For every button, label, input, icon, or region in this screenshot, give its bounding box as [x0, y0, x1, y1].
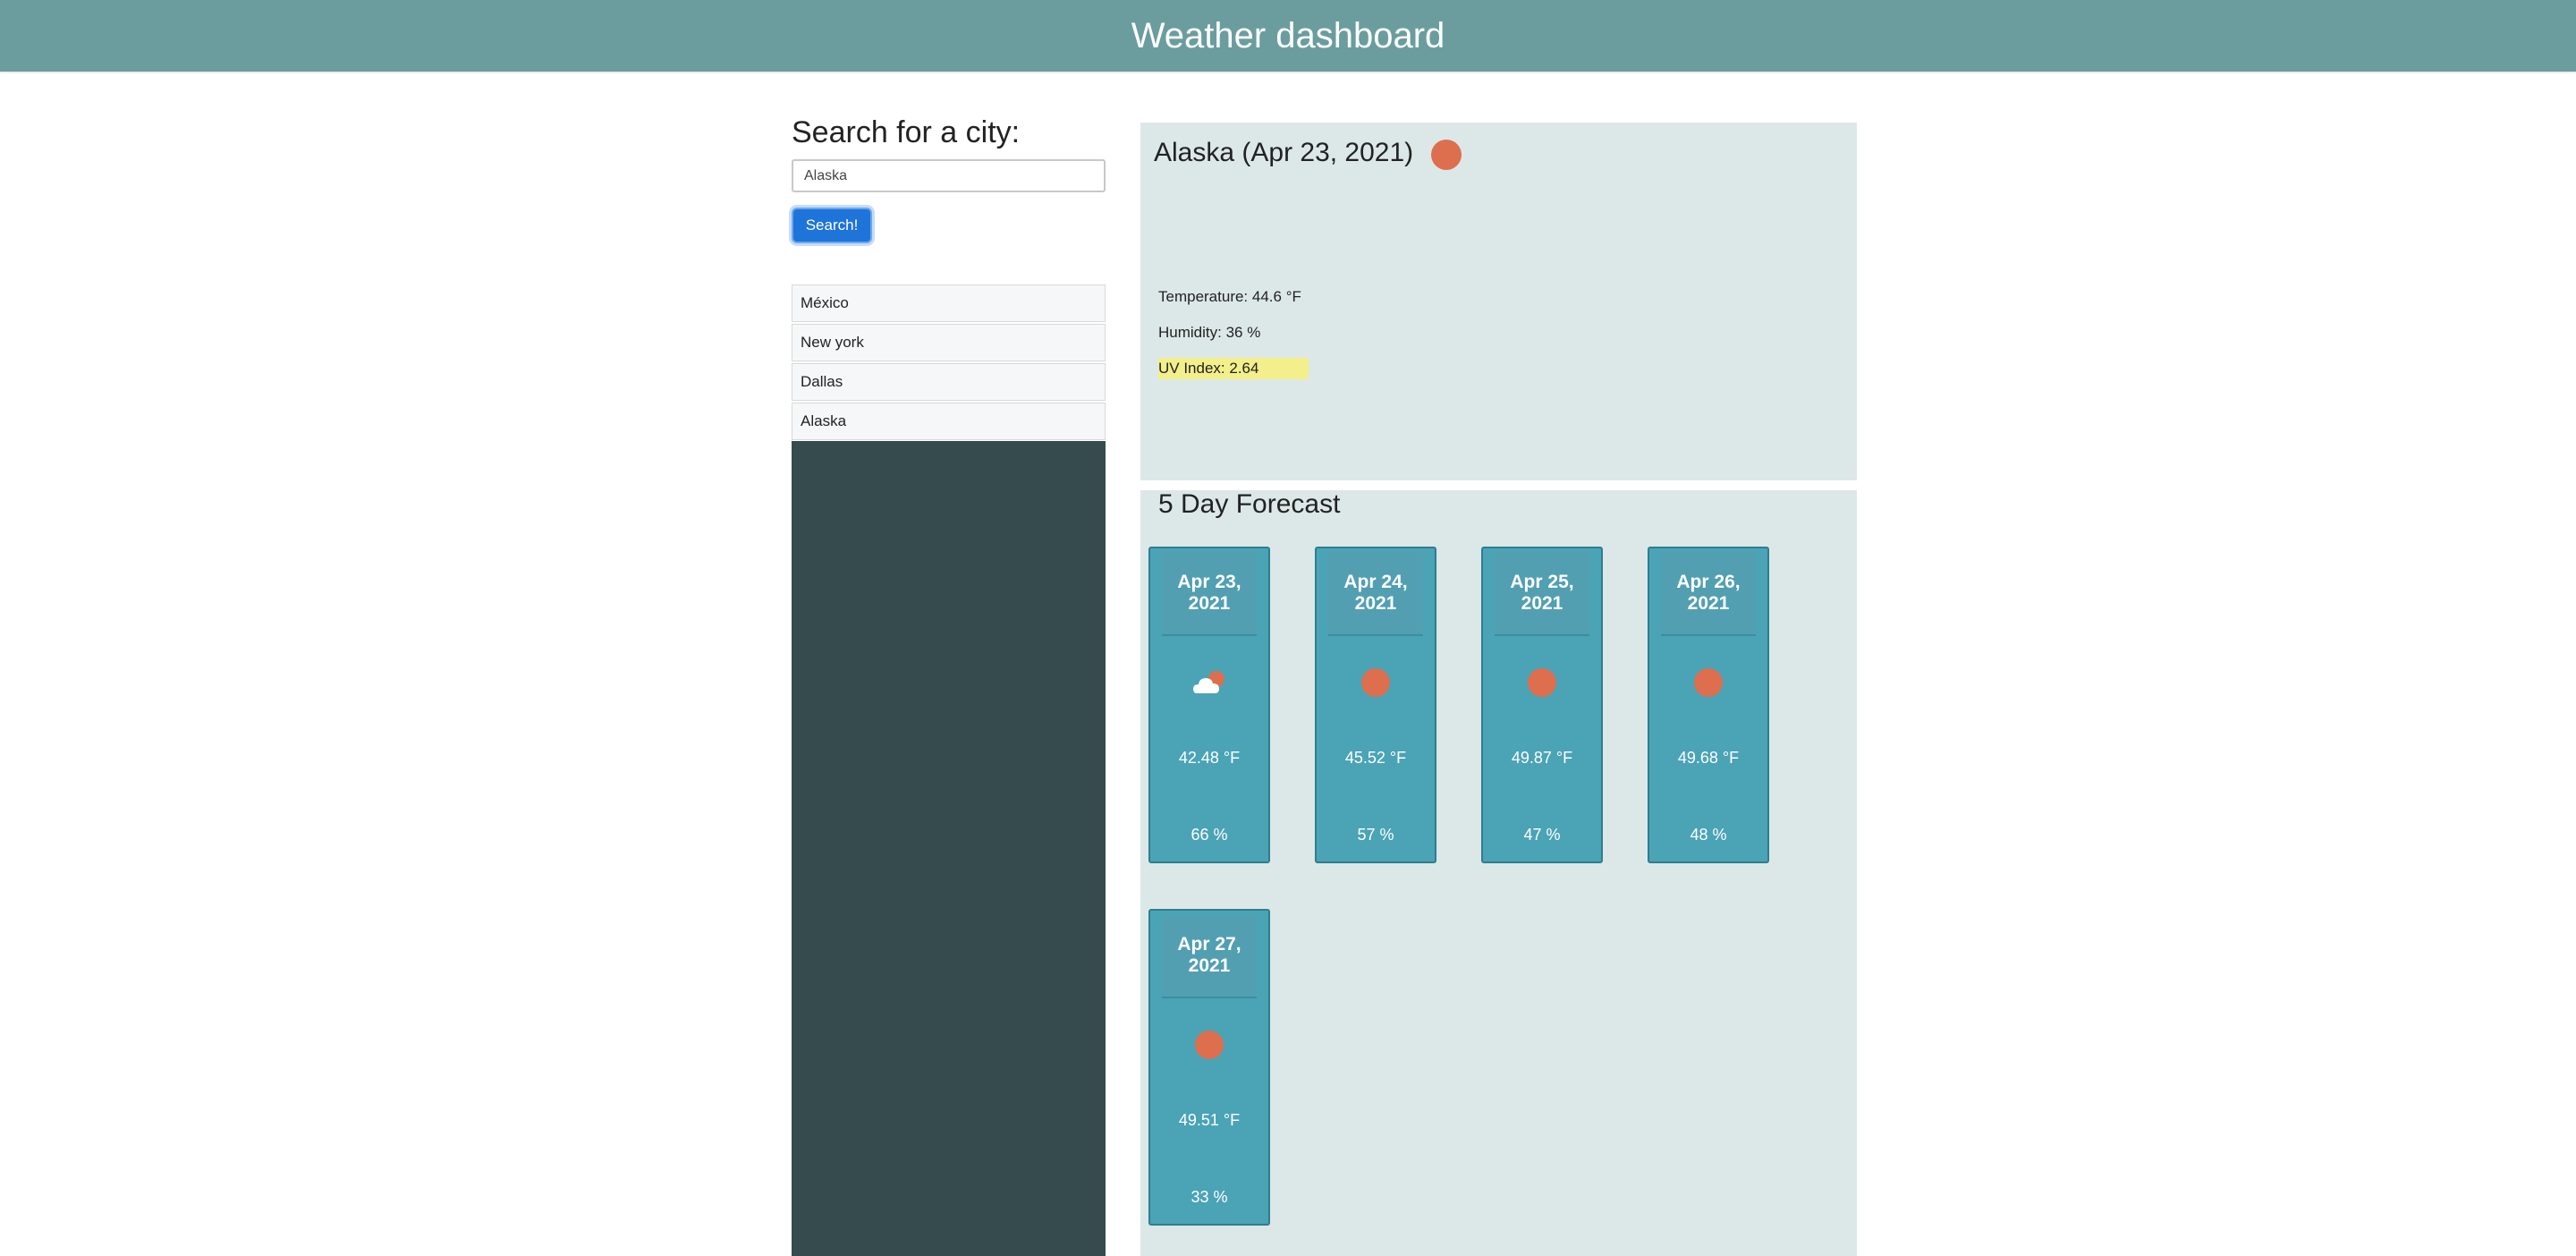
- forecast-panel: 5 Day Forecast Apr 23, 2021 42.48 °F 66 …: [1140, 490, 1857, 1256]
- search-input[interactable]: [792, 159, 1106, 192]
- forecast-card: Apr 27, 2021 49.51 °F 33 %: [1148, 909, 1270, 1226]
- forecast-date: Apr 26, 2021: [1661, 552, 1756, 636]
- sun-icon: [1431, 140, 1462, 170]
- sun-icon: [1195, 1031, 1224, 1059]
- sun-icon: [1528, 668, 1556, 697]
- forecast-temperature: 49.87 °F: [1511, 749, 1573, 767]
- search-panel: Search for a city: Search!: [792, 107, 1106, 243]
- sun-icon: [1694, 668, 1723, 697]
- forecast-card: Apr 26, 2021 49.68 °F 48 %: [1648, 547, 1769, 863]
- search-button[interactable]: Search!: [792, 208, 872, 243]
- forecast-title: 5 Day Forecast: [1158, 489, 1341, 519]
- current-uv-index: UV Index: 2.64: [1158, 358, 1309, 379]
- forecast-date: Apr 24, 2021: [1328, 552, 1423, 636]
- forecast-card: Apr 25, 2021 49.87 °F 47 %: [1481, 547, 1603, 863]
- current-temperature: Temperature: 44.6 °F: [1158, 288, 1301, 305]
- forecast-card: Apr 23, 2021 42.48 °F 66 %: [1148, 547, 1270, 863]
- sidebar-background: [792, 441, 1106, 1256]
- forecast-temperature: 49.51 °F: [1178, 1111, 1241, 1129]
- page-title: Weather dashboard: [1131, 15, 1445, 55]
- forecast-date: Apr 27, 2021: [1162, 914, 1257, 998]
- forecast-temperature: 42.48 °F: [1178, 749, 1241, 767]
- history-item-dallas[interactable]: Dallas: [792, 363, 1106, 401]
- forecast-card: Apr 24, 2021 45.52 °F 57 %: [1315, 547, 1436, 863]
- forecast-temperature: 45.52 °F: [1344, 749, 1407, 767]
- app-header: Weather dashboard: [0, 0, 2576, 72]
- sun-icon: [1361, 668, 1390, 697]
- forecast-humidity: 48 %: [1690, 826, 1727, 844]
- current-humidity: Humidity: 36 %: [1158, 324, 1261, 341]
- forecast-humidity: 47 %: [1523, 826, 1561, 844]
- history-item-new-york[interactable]: New york: [792, 324, 1106, 361]
- forecast-date: Apr 25, 2021: [1495, 552, 1589, 636]
- forecast-humidity: 66 %: [1191, 826, 1228, 844]
- search-history: México New york Dallas Alaska: [792, 284, 1106, 442]
- history-item-mexico[interactable]: México: [792, 284, 1106, 322]
- search-title: Search for a city:: [792, 115, 1021, 149]
- current-city-title: Alaska (Apr 23, 2021): [1154, 138, 1414, 167]
- forecast-humidity: 57 %: [1357, 826, 1394, 844]
- forecast-temperature: 49.68 °F: [1677, 749, 1740, 767]
- current-weather-panel: Alaska (Apr 23, 2021) Temperature: 44.6 …: [1140, 123, 1857, 480]
- forecast-humidity: 33 %: [1191, 1188, 1228, 1206]
- forecast-date: Apr 23, 2021: [1162, 552, 1257, 636]
- cloud-sun-icon: [1193, 668, 1224, 697]
- history-item-alaska[interactable]: Alaska: [792, 403, 1106, 440]
